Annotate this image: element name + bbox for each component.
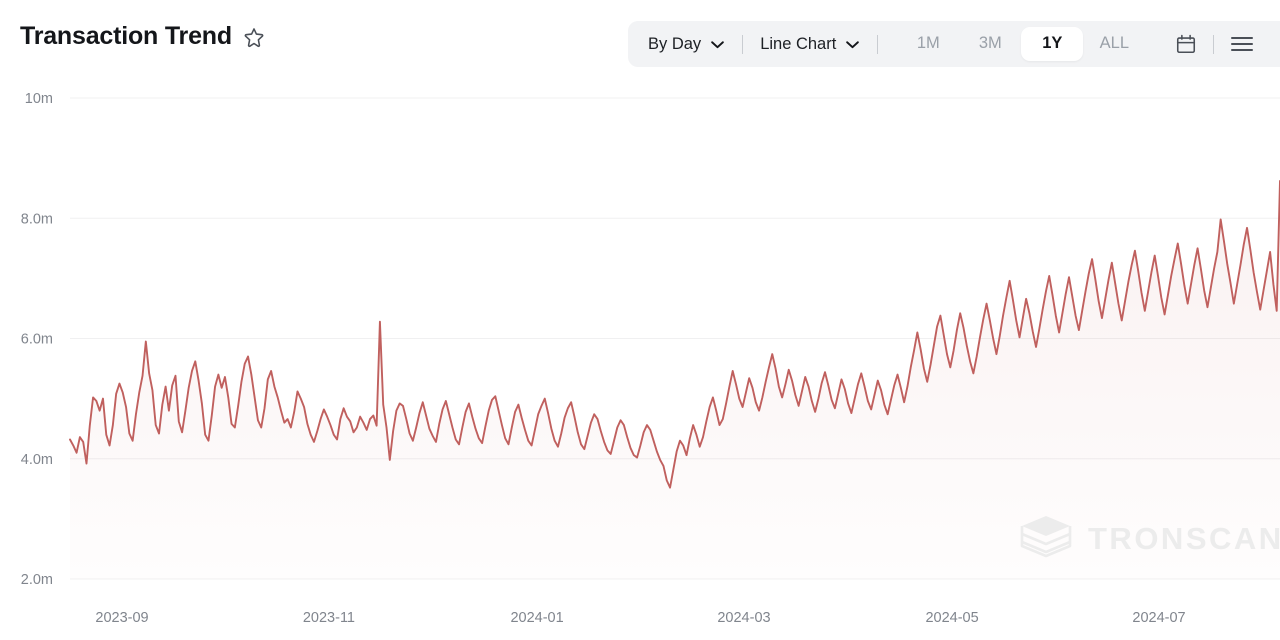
y-axis-tick-label: 8.0m (21, 211, 53, 227)
chart-type-select[interactable]: Line Chart (760, 21, 860, 67)
range-button-1m[interactable]: 1M (897, 27, 959, 61)
y-axis-tick-label: 6.0m (21, 332, 53, 348)
chevron-down-icon (845, 40, 860, 49)
transaction-trend-widget: Transaction Trend By Day Line Chart (0, 0, 1280, 640)
y-axis-tick-label: 4.0m (21, 452, 53, 468)
chart-toolbar: By Day Line Chart 1M 3M (628, 21, 1280, 67)
toolbar-divider-1 (742, 35, 743, 54)
range-button-all[interactable]: ALL (1083, 27, 1145, 61)
x-axis-tick-label: 2024-01 (510, 610, 563, 626)
y-axis-tick-label: 10m (25, 91, 53, 107)
x-axis-tick-label: 2023-11 (303, 610, 355, 626)
chart-type-select-label: Line Chart (760, 35, 836, 54)
y-axis-ticks: 2.0m 4.0m 6.0m 8.0m 10m (21, 91, 53, 588)
chevron-down-icon (710, 40, 725, 49)
x-axis-tick-label: 2023-09 (95, 610, 148, 626)
x-axis-tick-label: 2024-03 (717, 610, 770, 626)
interval-select[interactable]: By Day (648, 21, 725, 67)
range-button-3m[interactable]: 3M (959, 27, 1021, 61)
hamburger-menu-icon[interactable] (1230, 35, 1254, 53)
star-outline-icon[interactable] (243, 26, 265, 48)
toolbar-divider-2 (877, 35, 878, 54)
calendar-icon[interactable] (1145, 33, 1197, 55)
chart-canvas[interactable]: 2.0m 4.0m 6.0m 8.0m 10m 2023-09 2023-11 2024-0… (0, 88, 1280, 640)
toolbar-divider-3 (1213, 35, 1214, 54)
x-axis-ticks: 2023-09 2023-11 2024-01 2024-03 2024-05 2024-… (95, 610, 1185, 626)
time-range-group: 1M 3M 1Y ALL (897, 27, 1145, 61)
range-button-1y[interactable]: 1Y (1021, 27, 1083, 61)
x-axis-tick-label: 2024-07 (1132, 610, 1185, 626)
page-title: Transaction Trend (20, 24, 232, 49)
line-chart-svg[interactable]: 2.0m 4.0m 6.0m 8.0m 10m 2023-09 2023-11 2024-0… (0, 88, 1280, 640)
x-axis-tick-label: 2024-05 (925, 610, 978, 626)
title-group: Transaction Trend (20, 24, 265, 49)
widget-header: Transaction Trend By Day Line Chart (0, 0, 1280, 88)
interval-select-label: By Day (648, 35, 701, 54)
y-axis-tick-label: 2.0m (21, 572, 53, 588)
